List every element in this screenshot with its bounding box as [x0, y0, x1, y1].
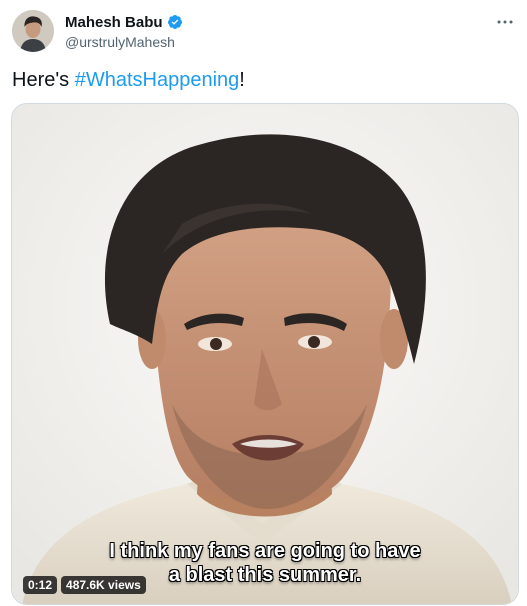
tweet: Mahesh Babu @urstrulyMahesh Here's #What… — [0, 0, 527, 606]
video-badges: 0:12 487.6K views — [23, 576, 146, 594]
more-horizontal-icon — [497, 11, 513, 29]
author-info: Mahesh Babu @urstrulyMahesh — [65, 13, 183, 50]
avatar[interactable] — [12, 10, 54, 52]
tweet-text-suffix: ! — [239, 69, 245, 91]
video-player[interactable]: I think my fans are going to have a blas… — [11, 103, 519, 605]
tweet-text-prefix: Here's — [12, 69, 75, 91]
author-name[interactable]: Mahesh Babu — [65, 14, 163, 31]
hashtag-link[interactable]: #WhatsHappening — [75, 69, 240, 91]
verified-badge-icon — [167, 14, 183, 30]
video-duration: 0:12 — [23, 576, 58, 594]
author-handle[interactable]: @urstrulyMahesh — [65, 34, 183, 50]
more-options-button[interactable] — [493, 12, 517, 28]
video-views: 487.6K views — [61, 576, 146, 594]
subtitle-line-1: I think my fans are going to have — [109, 540, 421, 562]
video-frame — [12, 104, 518, 604]
tweet-text: Here's #WhatsHappening! — [12, 67, 245, 93]
